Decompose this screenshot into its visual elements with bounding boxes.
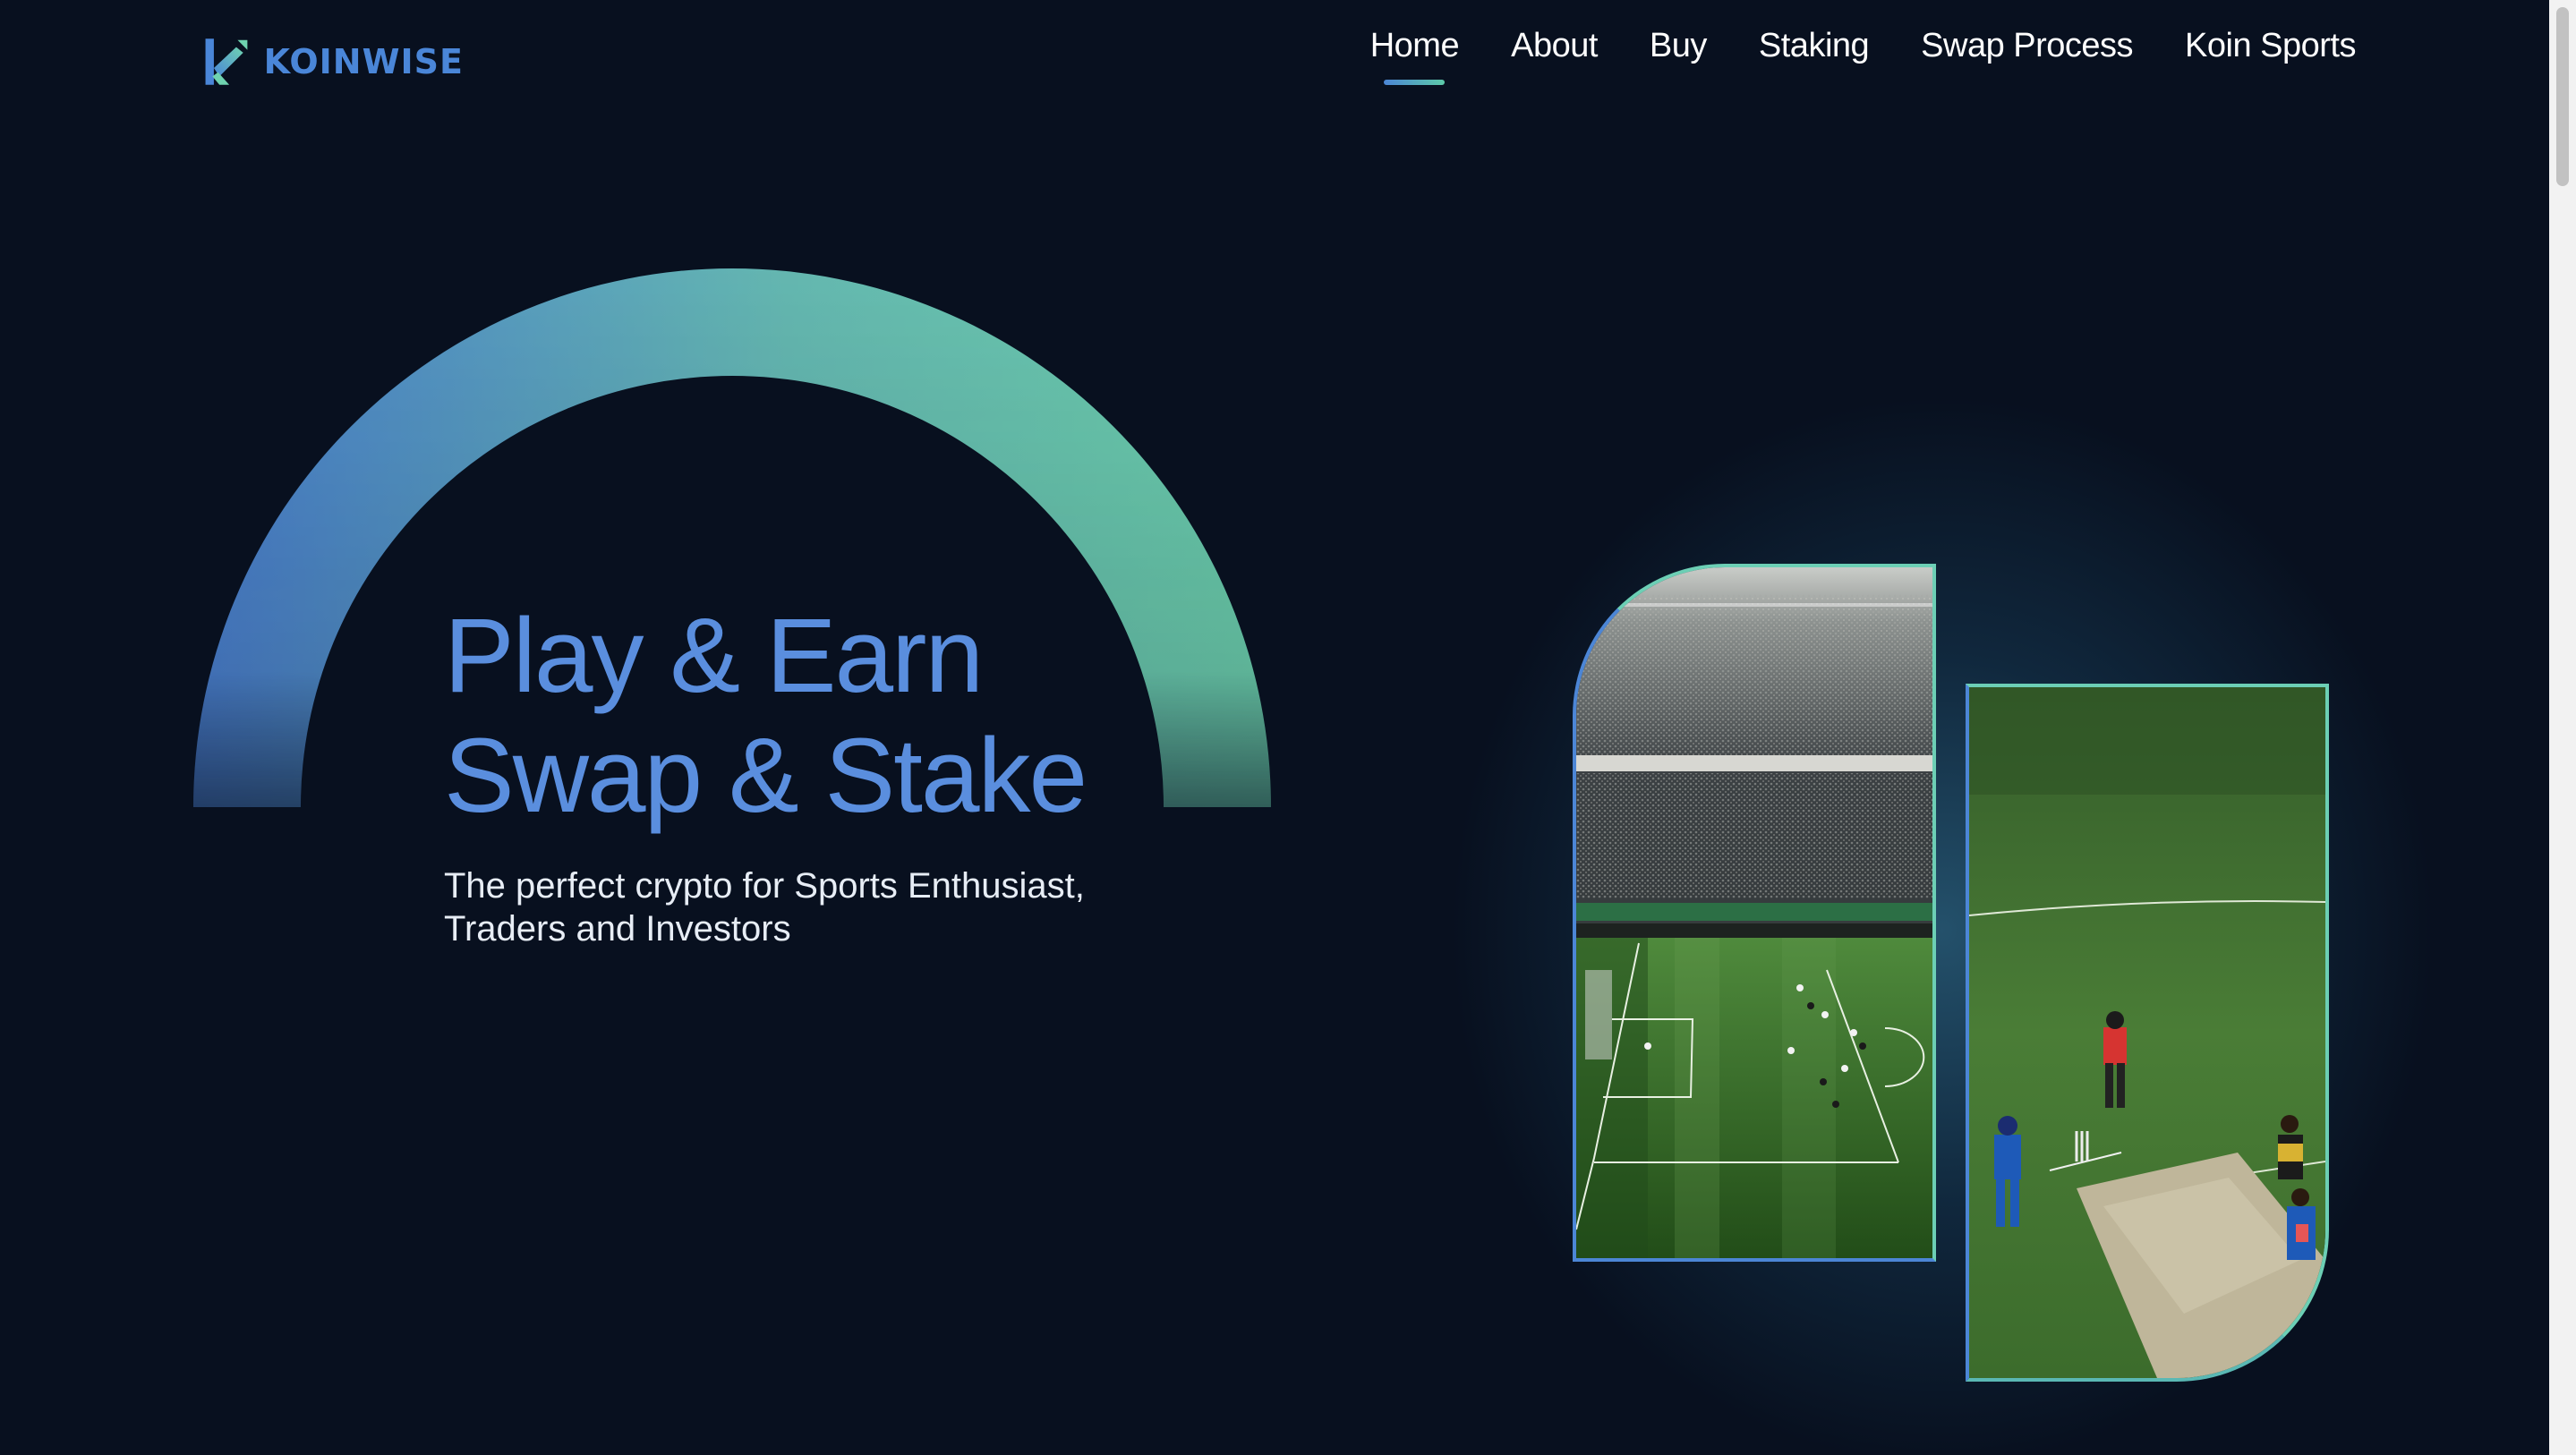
nav-koin-sports[interactable]: Koin Sports <box>2185 27 2356 85</box>
scrollbar-thumb[interactable] <box>2556 7 2569 186</box>
main-nav: Home About Buy Staking Swap Process Koin… <box>1370 27 2357 85</box>
cricket-match-image <box>1966 684 2329 1382</box>
logo[interactable]: KOINWISE <box>204 30 464 93</box>
page-scrollbar[interactable] <box>2549 0 2576 1455</box>
headline-line-2: Swap & Stake <box>444 717 1088 835</box>
nav-about[interactable]: About <box>1511 27 1598 85</box>
page: KOINWISE Home About Buy Staking Swap Pro… <box>0 0 2549 1455</box>
headline-line-1: Play & Earn <box>444 597 984 715</box>
nav-buy[interactable]: Buy <box>1650 27 1707 85</box>
koinwise-k-logo-icon <box>205 38 248 85</box>
football-stadium-image <box>1573 564 1936 1262</box>
logo-text: KOINWISE <box>263 42 464 81</box>
nav-staking[interactable]: Staking <box>1759 27 1870 85</box>
hero-subtitle: The perfect crypto for Sports Enthusiast… <box>444 866 1085 949</box>
nav-home[interactable]: Home <box>1370 27 1460 85</box>
hero-headline: Play & Earn Swap & Stake <box>444 596 1088 836</box>
nav-swap-process[interactable]: Swap Process <box>1921 27 2133 85</box>
